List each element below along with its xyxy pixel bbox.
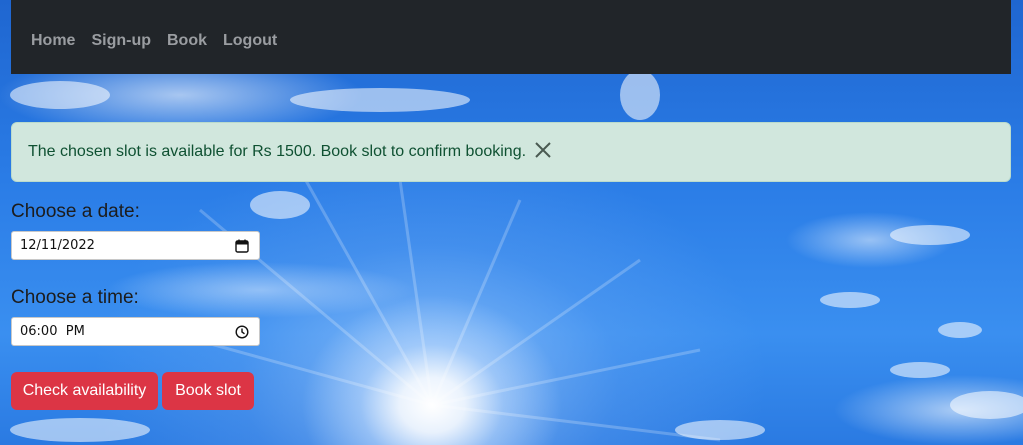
check-availability-button[interactable]: Check availability: [11, 372, 158, 410]
navbar: Home Sign-up Book Logout: [11, 0, 1011, 74]
nav-book-link[interactable]: Book: [167, 32, 207, 50]
nav-signup-link[interactable]: Sign-up: [91, 32, 151, 50]
alert-message: The chosen slot is available for Rs 1500…: [28, 143, 527, 160]
date-value: 12/11/2022: [20, 238, 95, 253]
date-label: Choose a date:: [11, 201, 140, 222]
date-input[interactable]: 12/11/2022: [11, 231, 260, 260]
time-value: 06:00 PM: [20, 324, 85, 339]
clock-icon[interactable]: [235, 325, 249, 343]
nav-home-link[interactable]: Home: [31, 32, 75, 50]
availability-alert: The chosen slot is available for Rs 1500…: [11, 122, 1011, 182]
calendar-icon[interactable]: [235, 239, 249, 257]
book-slot-button[interactable]: Book slot: [162, 372, 254, 410]
close-icon[interactable]: [534, 141, 552, 159]
time-input[interactable]: 06:00 PM: [11, 317, 260, 346]
nav-logout-link[interactable]: Logout: [223, 32, 277, 50]
time-label: Choose a time:: [11, 287, 139, 308]
